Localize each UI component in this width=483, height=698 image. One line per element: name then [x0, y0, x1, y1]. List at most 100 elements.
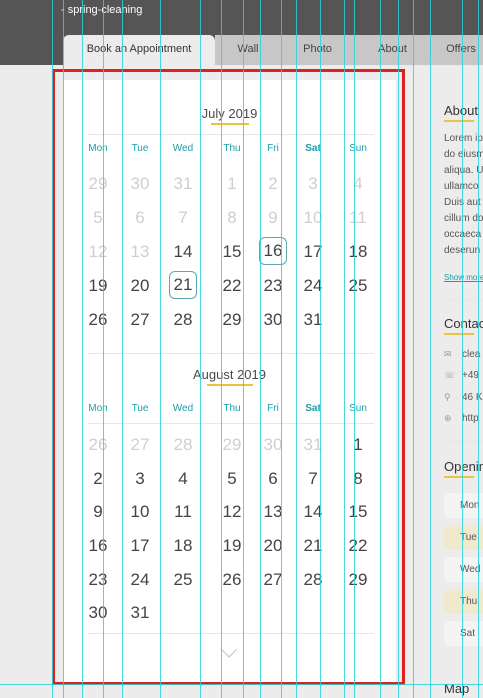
- calendar-day[interactable]: 20: [120, 276, 160, 296]
- hours-row-thu: Thu: [444, 589, 483, 614]
- about-text-line: Duis aut: [444, 197, 481, 208]
- calendar-day[interactable]: 11: [163, 502, 203, 522]
- calendar-day[interactable]: 8: [338, 469, 378, 489]
- calendar-day[interactable]: 6: [253, 469, 293, 489]
- guide-line: [413, 0, 414, 698]
- tab-divider: [430, 42, 431, 56]
- calendar-day[interactable]: 28: [293, 570, 333, 590]
- calendar-day[interactable]: 31: [293, 310, 333, 330]
- contact-website[interactable]: ⊕ http: [444, 413, 479, 424]
- calendar-day[interactable]: 20: [253, 536, 293, 556]
- calendar-day[interactable]: 26: [212, 570, 252, 590]
- calendar-day[interactable]: 2: [78, 469, 118, 489]
- weekday-header: Mon: [88, 403, 108, 414]
- calendar-day[interactable]: 10: [120, 502, 160, 522]
- calendar-day[interactable]: 30: [253, 310, 293, 330]
- calendar-day[interactable]: 1: [338, 435, 378, 455]
- calendar-day[interactable]: 25: [338, 276, 378, 296]
- about-text-line: Lorem ip: [444, 133, 483, 144]
- about-text-line: cillum do: [444, 213, 483, 224]
- calendar-day[interactable]: 12: [212, 502, 252, 522]
- weekday-header: Wed: [172, 403, 194, 414]
- weekday-header: Thu: [223, 143, 241, 154]
- about-text-line: do eiusm: [444, 149, 483, 160]
- month-title-july: July 2019: [63, 106, 396, 125]
- calendar-day[interactable]: 31: [120, 603, 160, 623]
- weekday-header: Sun: [349, 403, 367, 414]
- calendar-day[interactable]: 18: [163, 536, 203, 556]
- weekday-header: Wed: [172, 143, 194, 154]
- calendar-day: 27: [130, 435, 150, 454]
- weekday-header: Sat: [305, 143, 321, 154]
- mail-icon: ✉: [444, 349, 452, 359]
- chevron-down-icon[interactable]: [220, 648, 238, 658]
- calendar-day[interactable]: 21: [293, 536, 333, 556]
- calendar-day[interactable]: 17: [293, 242, 333, 262]
- hours-row-tue: Tue: [444, 525, 483, 550]
- calendar-day: 7: [178, 208, 188, 227]
- show-more-link[interactable]: Show more: [444, 273, 483, 282]
- calendar-day[interactable]: 30: [78, 603, 118, 623]
- guide-line: [398, 0, 399, 698]
- calendar-day[interactable]: 27: [120, 310, 160, 330]
- calendar-day[interactable]: 3: [120, 469, 160, 489]
- calendar-day[interactable]: 27: [253, 570, 293, 590]
- calendar-day[interactable]: 24: [120, 570, 160, 590]
- calendar-day[interactable]: 22: [338, 536, 378, 556]
- calendar-day: 10: [303, 208, 323, 227]
- calendar-day[interactable]: 19: [212, 536, 252, 556]
- calendar-day[interactable]: 19: [78, 276, 118, 296]
- calendar-day[interactable]: 7: [293, 469, 333, 489]
- page-header: - spring-cleaning Book an Appointment Wa…: [0, 0, 483, 65]
- tab-photo[interactable]: Photo: [281, 35, 354, 65]
- calendar-day[interactable]: 18: [338, 242, 378, 262]
- calendar-day: 13: [130, 242, 150, 261]
- calendar-day: 2: [268, 174, 278, 193]
- calendar-day[interactable]: 16: [78, 536, 118, 556]
- calendar-day-selected[interactable]: 16: [259, 237, 287, 265]
- calendar-day[interactable]: 4: [163, 469, 203, 489]
- tab-book-appointment[interactable]: Book an Appointment: [63, 35, 215, 65]
- weekday-header: Fri: [267, 403, 279, 414]
- calendar-day[interactable]: 5: [212, 469, 252, 489]
- calendar-day[interactable]: 15: [212, 242, 252, 262]
- calendar-day: 1: [227, 174, 237, 193]
- calendar-panel: July 2019 Mon Tue Wed Thu Fri Sat Sun 29 30 31 1 2 3…: [63, 80, 396, 682]
- calendar-day[interactable]: 9: [78, 502, 118, 522]
- calendar-day[interactable]: 15: [338, 502, 378, 522]
- calendar-day[interactable]: 13: [253, 502, 293, 522]
- calendar-day[interactable]: 14: [293, 502, 333, 522]
- contact-email[interactable]: ✉ clea: [444, 349, 480, 360]
- about-text-line: ullamco: [444, 181, 479, 192]
- contact-phone[interactable]: ☏ +49: [444, 370, 479, 381]
- contact-heading: Contac: [444, 316, 483, 335]
- calendar-day[interactable]: 22: [212, 276, 252, 296]
- calendar-day: 26: [88, 435, 108, 454]
- calendar-day: 12: [88, 242, 108, 261]
- calendar-day[interactable]: 26: [78, 310, 118, 330]
- location-icon: ⚲: [444, 392, 451, 402]
- calendar-day[interactable]: 17: [120, 536, 160, 556]
- calendar-day[interactable]: 23: [78, 570, 118, 590]
- calendar-day[interactable]: 29: [338, 570, 378, 590]
- calendar-day: 28: [173, 435, 193, 454]
- calendar-day: 8: [227, 208, 237, 227]
- globe-icon: ⊕: [444, 413, 452, 423]
- contact-address[interactable]: ⚲ 46 K: [444, 392, 483, 403]
- calendar-day[interactable]: 24: [293, 276, 333, 296]
- about-text-line: aliqua. U: [444, 165, 483, 176]
- weekday-header: Mon: [88, 143, 108, 154]
- calendar-day: 3: [308, 174, 318, 193]
- month-title-august: August 2019: [63, 367, 396, 386]
- calendar-day[interactable]: 28: [163, 310, 203, 330]
- calendar-day[interactable]: 23: [253, 276, 293, 296]
- weekday-header: Thu: [223, 403, 241, 414]
- tab-wall[interactable]: Wall: [215, 35, 281, 65]
- tab-about[interactable]: About: [354, 35, 431, 65]
- calendar-day[interactable]: 14: [163, 242, 203, 262]
- calendar-day: 9: [268, 208, 278, 227]
- calendar-day[interactable]: 25: [163, 570, 203, 590]
- calendar-day[interactable]: 29: [212, 310, 252, 330]
- hours-row-sat: Sat: [444, 621, 483, 646]
- calendar-day-selected[interactable]: 21: [169, 271, 197, 299]
